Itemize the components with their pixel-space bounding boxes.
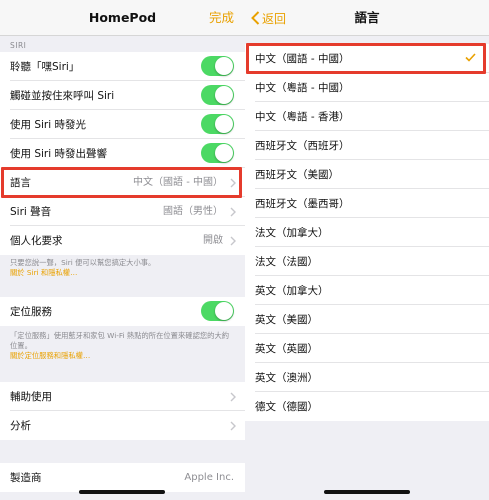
home-indicator: [324, 490, 410, 494]
language-option[interactable]: 英文（英國）: [245, 334, 489, 363]
manufacturer-value: Apple Inc.: [184, 472, 234, 483]
nav-bar: 語言 返回: [245, 0, 489, 36]
accessibility-label: 輔助使用: [10, 391, 52, 403]
settings-row-language[interactable]: 語言 中文（國語 - 中國）: [0, 168, 245, 197]
language-option-label: 中文（粵語 - 中國）: [255, 82, 350, 94]
back-label: 返回: [262, 11, 287, 26]
siri-light-toggle[interactable]: [201, 114, 234, 134]
language-option-label: 德文（德國）: [255, 401, 318, 413]
language-option[interactable]: 英文（加拿大）: [245, 276, 489, 305]
toggle-row-press-hold: 觸碰並按住來呼叫 Siri: [0, 81, 245, 110]
checkmark-icon: [465, 53, 476, 62]
language-option-label: 英文（美國）: [255, 314, 318, 326]
hey-siri-toggle[interactable]: [201, 56, 234, 76]
siri-privacy-note: 只要您說一聲，Siri 便可以幫您搞定大小事。 關於 Siri 和隱私權…: [10, 258, 231, 278]
language-option-label: 法文（加拿大）: [255, 227, 329, 239]
language-option[interactable]: 西班牙文（墨西哥）: [245, 189, 489, 218]
siri-voice-value: 國語（男性）: [163, 206, 223, 217]
language-selection-panel: 語言 返回 中文（國語 - 中國） 中文（粵語 - 中國） 中文（粵語 - 香港…: [245, 0, 489, 500]
language-option-label: 英文（加拿大）: [255, 285, 329, 297]
language-option[interactable]: 英文（澳洲）: [245, 363, 489, 392]
info-row-manufacturer: 製造商 Apple Inc.: [0, 463, 245, 492]
toggle-row-light: 使用 Siri 時發光: [0, 110, 245, 139]
toggle-knob: [215, 57, 233, 75]
language-option-label: 中文（國語 - 中國）: [255, 53, 350, 65]
chevron-left-icon: [251, 11, 260, 25]
language-option[interactable]: 法文（加拿大）: [245, 218, 489, 247]
analytics-label: 分析: [10, 420, 31, 432]
language-label: 語言: [10, 177, 31, 189]
personal-requests-label: 個人化要求: [10, 235, 63, 247]
toggle-label: 使用 Siri 時發出聲響: [10, 148, 107, 160]
chevron-right-icon: [230, 236, 236, 246]
language-option-label: 西班牙文（西班牙）: [255, 140, 350, 152]
language-option-label: 英文（澳洲）: [255, 372, 318, 384]
chevron-right-icon: [230, 421, 236, 431]
home-indicator: [79, 490, 165, 494]
language-option[interactable]: 中文（粵語 - 香港）: [245, 102, 489, 131]
location-privacy-link[interactable]: 關於定位服務和隱私權…: [10, 351, 231, 361]
settings-row-accessibility[interactable]: 輔助使用: [0, 382, 245, 411]
language-option-label: 法文（法國）: [255, 256, 318, 268]
toggle-label: 使用 Siri 時發光: [10, 119, 86, 131]
back-button[interactable]: 返回: [251, 0, 286, 36]
toggle-knob: [215, 302, 233, 320]
location-note-text: 「定位服務」使用藍牙和家包 Wi-Fi 熱點的所在位置來確認您的大約位置。: [10, 331, 230, 350]
language-option[interactable]: 法文（法國）: [245, 247, 489, 276]
press-hold-siri-toggle[interactable]: [201, 85, 234, 105]
toggle-label: 觸碰並按住來呼叫 Siri: [10, 90, 115, 102]
location-label: 定位服務: [10, 306, 52, 318]
language-option[interactable]: 中文（粵語 - 中國）: [245, 73, 489, 102]
settings-row-siri-voice[interactable]: Siri 聲音 國語（男性）: [0, 197, 245, 226]
homepod-settings-panel: HomePod 完成 SIRI 聆聽「嘿Siri」 觸碰並按住來呼叫 Siri …: [0, 0, 245, 500]
siri-section-label: SIRI: [10, 41, 27, 50]
language-option[interactable]: 德文（德國）: [245, 392, 489, 421]
language-option[interactable]: 中文（國語 - 中國）: [245, 44, 489, 73]
siri-note-text: 只要您說一聲，Siri 便可以幫您搞定大小事。: [10, 258, 156, 267]
toggle-row-sound: 使用 Siri 時發出聲響: [0, 139, 245, 168]
language-option[interactable]: 英文（美國）: [245, 305, 489, 334]
toggle-knob: [215, 86, 233, 104]
siri-privacy-link[interactable]: 關於 Siri 和隱私權…: [10, 268, 231, 278]
language-option-label: 西班牙文（墨西哥）: [255, 198, 350, 210]
chevron-right-icon: [230, 178, 236, 188]
language-option-label: 英文（英國）: [255, 343, 318, 355]
location-services-toggle[interactable]: [201, 301, 234, 321]
language-option[interactable]: 西班牙文（美國）: [245, 160, 489, 189]
toggle-knob: [215, 115, 233, 133]
chevron-right-icon: [230, 392, 236, 402]
siri-sound-toggle[interactable]: [201, 143, 234, 163]
language-option-label: 西班牙文（美國）: [255, 169, 339, 181]
language-option-label: 中文（粵語 - 香港）: [255, 111, 350, 123]
toggle-label: 聆聽「嘿Siri」: [10, 61, 80, 73]
manufacturer-label: 製造商: [10, 472, 42, 484]
language-value: 中文（國語 - 中國）: [133, 177, 223, 188]
nav-bar: HomePod 完成: [0, 0, 245, 36]
personal-requests-value: 開啟: [203, 235, 223, 246]
toggle-row-hey-siri: 聆聽「嘿Siri」: [0, 52, 245, 81]
location-privacy-note: 「定位服務」使用藍牙和家包 Wi-Fi 熱點的所在位置來確認您的大約位置。 關於…: [10, 331, 231, 361]
toggle-row-location: 定位服務: [0, 297, 245, 326]
settings-row-personal-requests[interactable]: 個人化要求 開啟: [0, 226, 245, 255]
chevron-right-icon: [230, 207, 236, 217]
toggle-knob: [215, 144, 233, 162]
done-button[interactable]: 完成: [209, 0, 234, 36]
language-option[interactable]: 西班牙文（西班牙）: [245, 131, 489, 160]
settings-row-analytics[interactable]: 分析: [0, 411, 245, 440]
siri-voice-label: Siri 聲音: [10, 206, 52, 218]
